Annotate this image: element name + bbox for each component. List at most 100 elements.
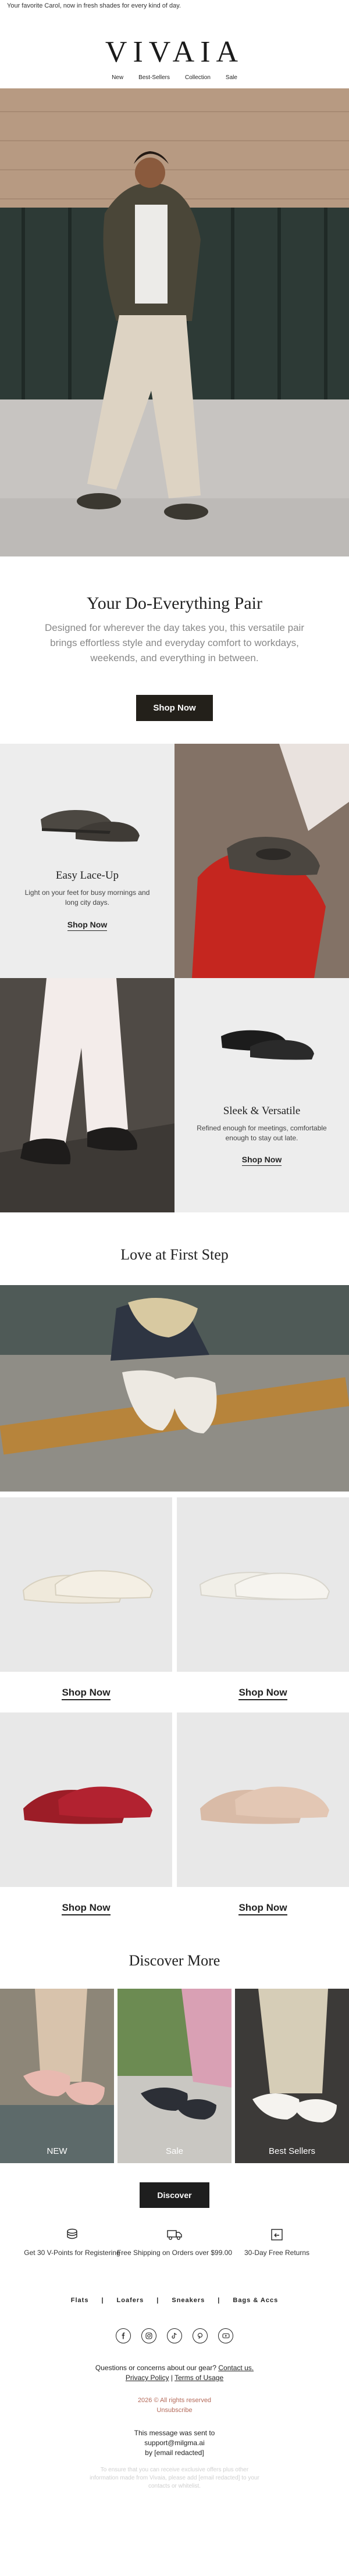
instagram-icon[interactable] [141, 2328, 156, 2343]
product-shop-label-1: Shop Now [62, 1687, 111, 1700]
pinterest-icon[interactable] [193, 2328, 208, 2343]
category-separator: | [218, 2297, 220, 2304]
category-links: Flats | Loafers | Sneakers | Bags & Accs [0, 2292, 349, 2319]
product-grid: Shop Now Shop Now Shop Now Shop Now [0, 1492, 349, 1922]
product-shop-label-4: Shop Now [238, 1902, 287, 1915]
top-nav: New Best-Sellers Collection Sale [0, 74, 349, 81]
sleek-versatile-title: Sleek & Versatile [223, 1105, 301, 1117]
discover-title: Discover More [129, 1952, 220, 1969]
benefit-points[interactable]: Get 30 V-Points for Registering [14, 2227, 130, 2257]
product-card-4[interactable]: Shop Now [177, 1712, 349, 1915]
discover-new-image [0, 1989, 114, 2163]
sleek-versatile-tile[interactable]: Sleek & Versatile Refined enough for mee… [174, 978, 349, 1212]
sleek-versatile-shop-link[interactable]: Shop Now [174, 1155, 349, 1166]
whitelist-fine-print: To ensure that you can receive exclusive… [90, 2467, 259, 2489]
intro-title: Your Do-Everything Pair [87, 594, 262, 613]
youtube-glyph [222, 2333, 230, 2339]
footer-legal-line: Privacy Policy | Terms of Usage [0, 2373, 349, 2383]
coins-icon [67, 2228, 77, 2239]
product-image-3[interactable] [0, 1712, 172, 1887]
red-knit-sneaker-image [23, 1786, 152, 1824]
sent-to-line-1: This message was sent to [134, 2429, 215, 2437]
footer-question: Questions or concerns about our gear? [95, 2364, 217, 2372]
hero-image[interactable] [0, 88, 349, 556]
sent-to-line-3: by [email redacted] [145, 2449, 204, 2457]
love-title: Love at First Step [120, 1246, 229, 1263]
discover-best-sellers-label: Best Sellers [268, 2146, 316, 2156]
nav-sale[interactable]: Sale [226, 74, 237, 81]
product-card-2[interactable]: Shop Now [177, 1497, 349, 1700]
shoe-pair-image [41, 810, 140, 842]
shoe-pair-black-image [221, 1030, 314, 1060]
tiktok-icon[interactable] [167, 2328, 182, 2343]
sleek-versatile-shop-label: Shop Now [241, 1155, 282, 1166]
nav-collection[interactable]: Collection [185, 74, 211, 81]
benefit-shipping-text: Free Shipping on Orders over $99.00 [116, 2249, 233, 2257]
brand-logo[interactable]: VIVAIA [0, 35, 349, 69]
discover-header: Discover More [0, 1922, 349, 1989]
unsubscribe-link[interactable]: Unsubscribe [0, 2406, 349, 2416]
benefit-shipping[interactable]: Free Shipping on Orders over $99.00 [116, 2227, 233, 2257]
product-image-1[interactable] [0, 1497, 172, 1672]
youtube-icon[interactable] [218, 2328, 233, 2343]
discover-button[interactable]: Discover [140, 2182, 209, 2208]
nav-new[interactable]: New [112, 74, 123, 81]
nav-best-sellers[interactable]: Best-Sellers [138, 74, 170, 81]
discover-button-wrap: Discover [0, 2163, 349, 2227]
cream-lace-shoe-image [22, 1570, 154, 1604]
sent-to-email: support@milgma.ai [144, 2439, 205, 2447]
red-hydrant-photo[interactable] [174, 744, 349, 978]
product-card-3[interactable]: Shop Now [0, 1712, 172, 1915]
facebook-icon[interactable] [116, 2328, 131, 2343]
category-flats[interactable]: Flats [71, 2297, 89, 2319]
feature-grid: Easy Lace-Up Light on your feet for busy… [0, 744, 349, 1212]
discover-sale-image [117, 1989, 232, 2163]
product-image-2[interactable] [177, 1497, 349, 1672]
product-shop-label-2: Shop Now [238, 1687, 287, 1700]
product-shop-link-3[interactable]: Shop Now [0, 1902, 172, 1915]
email-page: Your favorite Carol, now in fresh shades… [0, 0, 349, 2576]
intro-shop-now-button[interactable]: Shop Now [136, 695, 213, 721]
discover-new-label: NEW [47, 2146, 67, 2156]
sleek-versatile-body: Refined enough for meetings, comfortable… [197, 1124, 327, 1142]
discover-tile-best-sellers[interactable]: Best Sellers [235, 1989, 349, 2163]
product-card-1[interactable]: Shop Now [0, 1497, 172, 1700]
easy-lace-up-tile[interactable]: Easy Lace-Up Light on your feet for busy… [0, 744, 174, 978]
discover-best-sellers-image [235, 1989, 349, 2163]
intro-section: Your Do-Everything Pair Designed for whe… [0, 556, 349, 744]
copyright-text: 2026 © All rights reserved [137, 2397, 212, 2404]
easy-lace-up-shop-link[interactable]: Shop Now [0, 920, 174, 931]
beige-knit-sneaker-image [200, 1786, 329, 1824]
intro-body: Designed for wherever the day takes you,… [44, 622, 304, 663]
easy-lace-up-body: Light on your feet for busy mornings and… [24, 889, 150, 907]
product-shop-link-4[interactable]: Shop Now [177, 1902, 349, 1915]
contact-us-link[interactable]: Contact us. [218, 2364, 254, 2372]
category-bags[interactable]: Bags & Accs [233, 2297, 278, 2319]
love-section-header: Love at First Step [0, 1212, 349, 1285]
category-loafers[interactable]: Loafers [117, 2297, 144, 2319]
email-header: VIVAIA New Best-Sellers Collection Sale [0, 14, 349, 88]
white-pants-photo[interactable] [0, 978, 174, 1212]
benefit-returns[interactable]: 30-Day Free Returns [219, 2227, 335, 2257]
lifestyle-photo-hydrant [174, 744, 349, 978]
facebook-glyph [122, 2332, 125, 2339]
love-lifestyle-photo[interactable] [0, 1285, 349, 1492]
category-sneakers[interactable]: Sneakers [172, 2297, 205, 2319]
product-shop-link-1[interactable]: Shop Now [0, 1687, 172, 1700]
product-shop-label-3: Shop Now [62, 1902, 111, 1915]
product-image-4[interactable] [177, 1712, 349, 1887]
privacy-policy-link[interactable]: Privacy Policy [126, 2374, 169, 2382]
truck-icon [167, 2230, 182, 2240]
easy-lace-up-title: Easy Lace-Up [55, 869, 119, 882]
preheader-text: Your favorite Carol, now in fresh shades… [7, 2, 181, 9]
discover-tile-sale[interactable]: Sale [117, 1989, 232, 2163]
footer: Questions or concerns about our gear? Co… [0, 2363, 349, 2491]
discover-tile-new[interactable]: NEW [0, 1989, 114, 2163]
benefits-row: Get 30 V-Points for Registering Free Shi… [0, 2227, 349, 2292]
product-shop-link-2[interactable]: Shop Now [177, 1687, 349, 1700]
easy-lace-up-shop-label: Shop Now [67, 920, 108, 931]
discover-tiles: NEW Sale Best Sellers [0, 1989, 349, 2163]
instagram-glyph [145, 2332, 152, 2339]
terms-of-usage-link[interactable]: Terms of Usage [174, 2374, 223, 2382]
discover-sale-label: Sale [165, 2146, 184, 2156]
